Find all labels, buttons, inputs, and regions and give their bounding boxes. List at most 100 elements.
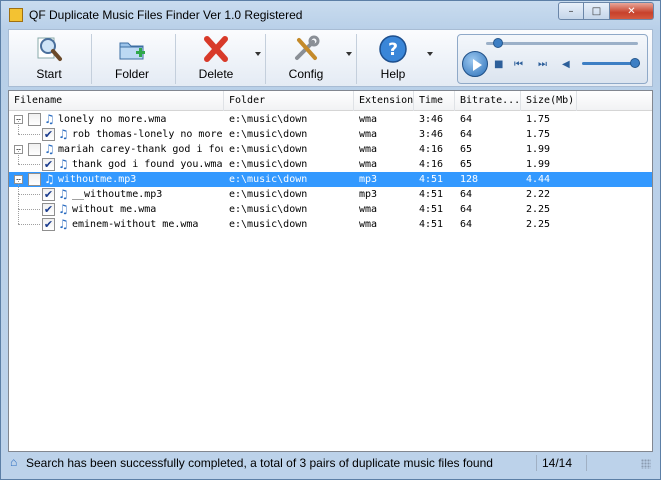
cell-size: 1.99 [526,159,551,170]
row-checkbox[interactable] [28,143,41,156]
toolbar-separator [91,34,92,84]
help-dropdown-icon[interactable] [427,52,433,56]
title-bar[interactable]: QF Duplicate Music Files Finder Ver 1.0 … [1,1,660,29]
help-icon: ? [379,35,407,63]
cell-bitrate: 64 [460,129,473,140]
help-label: Help [380,67,406,81]
minimize-button[interactable]: – [558,2,584,20]
cell-folder: e:\music\down [229,159,308,170]
row-checkbox[interactable]: ✔ [42,218,55,231]
cell-size: 1.99 [526,144,551,155]
table-row[interactable]: ✔ ♫ __withoutme.mp3 e:\music\down mp3 4:51 64 2… [9,179,652,202]
media-player: ■ ⏮ ⏭ ◀ [457,34,648,84]
cell-filename: thank god i found you.wma [72,159,223,170]
column-extension[interactable]: Extension [354,91,414,111]
maximize-icon: □ [591,5,602,17]
config-button[interactable]: Config [271,32,341,84]
close-button[interactable]: ✕ [610,2,654,20]
cell-bitrate: 64 [460,189,473,200]
svg-text:?: ? [388,40,398,60]
window-controls: – □ ✕ [558,2,654,20]
music-note-icon: ♫ [58,217,69,231]
toolbar-separator [265,34,266,84]
table-row[interactable]: −♫mariah carey-thank god i fou...e:\musi… [9,142,652,157]
row-checkbox[interactable]: ✔ [42,203,55,216]
seek-bar[interactable] [486,42,638,45]
tree-connector [18,224,40,225]
status-bar: ⌂ Search has been successfully completed… [8,453,653,473]
cell-extension: mp3 [359,174,378,185]
status-divider [586,455,587,471]
tree-connector [18,194,19,209]
table-row[interactable]: ✔ ♫ without me.wma e:\music\down wma 4:51 64 2.… [9,194,652,217]
close-icon: ✕ [627,5,636,17]
cell-size: 2.22 [526,189,551,200]
previous-icon[interactable]: ⏮ [514,59,523,70]
music-note-icon: ♫ [58,187,69,201]
config-label: Config [288,67,324,81]
tree-connector [18,119,19,134]
cell-folder: e:\music\down [229,129,308,140]
cell-filename: without me.wma [72,204,157,215]
config-dropdown-icon[interactable] [346,52,352,56]
resize-grip-icon[interactable] [641,459,651,469]
maximize-button[interactable]: □ [584,2,610,20]
delete-button[interactable]: Delete [181,32,251,84]
duplicates-list[interactable]: Filename Folder Extension Time Bitrate..… [8,90,653,452]
column-filename[interactable]: Filename [9,91,224,111]
music-note-icon: ♫ [58,157,69,171]
cell-size: 2.25 [526,219,551,230]
next-icon[interactable]: ⏭ [538,59,547,70]
magnifier-icon [37,37,62,61]
folder-button[interactable]: Folder [97,32,167,84]
table-row[interactable]: ✔ ♫ eminem-without me.wma e:\music\down wma 4… [9,209,652,232]
toolbar-separator [356,34,357,84]
table-row[interactable]: ✔♫rob thomas-lonely no more... e:\music\d… [9,119,652,142]
start-label: Start [36,67,62,81]
cell-bitrate: 65 [460,144,473,155]
play-icon[interactable] [462,51,488,77]
column-bitrate[interactable]: Bitrate... [455,91,521,111]
list-header: Filename Folder Extension Time Bitrate..… [9,91,652,111]
column-folder[interactable]: Folder [224,91,354,111]
cell-folder: e:\music\down [229,174,308,185]
row-checkbox[interactable]: ✔ [42,128,55,141]
tree-connector [18,164,40,165]
music-note-icon: ♫ [44,142,55,156]
volume-icon[interactable]: ◀ [562,59,570,70]
row-checkbox[interactable] [28,173,41,186]
minimize-icon: – [568,5,574,17]
table-row[interactable]: − ♫ withoutme.mp3 e:\music\down mp3 4:51 128 4.… [9,172,652,187]
status-count: 14/14 [542,456,573,470]
volume-handle[interactable] [630,58,640,68]
music-note-icon: ♫ [44,172,55,186]
cell-size: 4.44 [526,174,551,185]
music-note-icon: ♫ [44,112,55,126]
cell-filename: mariah carey-thank god i fou... [58,144,223,155]
cell-folder: e:\music\down [229,219,308,230]
cell-extension: wma [359,204,378,215]
help-button[interactable]: ? Help [361,32,425,84]
start-button[interactable]: Start [13,32,85,84]
tree-connector [18,209,40,210]
cell-folder: e:\music\down [229,114,308,125]
cell-filename: rob thomas-lonely no more... [72,129,223,140]
tree-connector [18,179,19,194]
delete-dropdown-icon[interactable] [255,52,261,56]
delete-x-icon [204,36,228,62]
cell-bitrate: 64 [460,219,473,230]
row-checkbox[interactable]: ✔ [42,158,55,171]
cell-bitrate: 65 [460,159,473,170]
cell-bitrate: 128 [460,174,479,185]
cell-extension: wma [359,129,378,140]
seek-handle[interactable] [493,38,504,48]
table-row[interactable]: − ♫ lonely no more.wma e:\music\down wma 3:46… [9,112,652,127]
column-size[interactable]: Size(Mb) [521,91,577,111]
row-checkbox[interactable] [28,113,41,126]
app-window: QF Duplicate Music Files Finder Ver 1.0 … [0,0,661,480]
table-row[interactable]: ✔ ♫ thank god i found you.wma e:\music\down… [9,149,652,172]
stop-icon[interactable]: ■ [494,59,503,70]
column-time[interactable]: Time [414,91,455,111]
row-checkbox[interactable]: ✔ [42,188,55,201]
cell-bitrate: 64 [460,114,473,125]
